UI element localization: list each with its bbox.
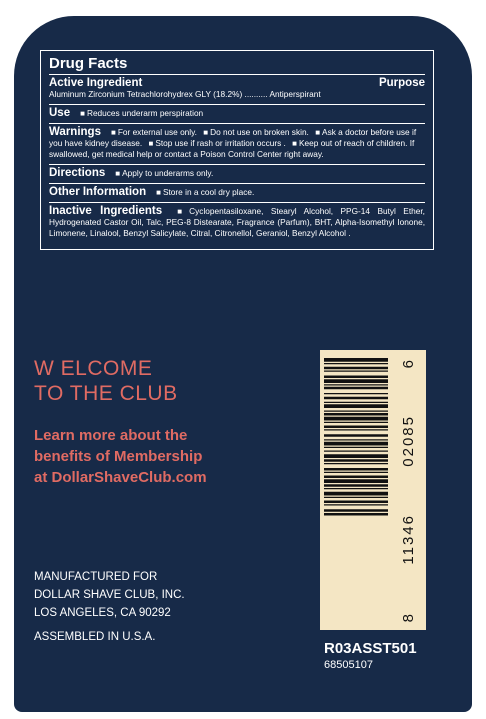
barcode-bar — [324, 384, 388, 386]
barcode-bar — [324, 509, 388, 512]
warnings-text-2b: on broken skin. — [252, 127, 309, 137]
bullet-icon: ■ — [203, 128, 209, 137]
bullet-icon: ■ — [292, 139, 298, 148]
barcode-bar — [324, 363, 388, 365]
barcode-bar — [324, 375, 388, 378]
directions-heading: Directions — [49, 167, 106, 179]
manufacturer-line-1: MANUFACTURED FOR — [34, 571, 158, 583]
barcode-bar — [324, 446, 388, 448]
warnings-section: Warnings ■ For external use only. ■ Do not … — [49, 124, 425, 165]
barcode-bar — [324, 386, 388, 390]
product-code: R03ASST501 — [324, 640, 417, 657]
bullet-icon: ■ — [315, 128, 321, 137]
barcode-digits-group-1: 11346 — [399, 514, 417, 565]
inactive-ingredients-heading: Inactive Ingredients — [49, 205, 163, 217]
warnings-text-5: Keep out of reach of children. — [299, 138, 408, 148]
directions-section: Directions ■ Apply to underarms only. — [49, 165, 425, 184]
barcode-bar — [324, 450, 388, 452]
bullet-icon: ■ — [80, 109, 85, 118]
purpose-text: Antiperspirant — [269, 89, 321, 99]
bullet-icon: ■ — [110, 128, 116, 137]
active-ingredient-text: Aluminum Zirconium Tetrachlorohydrex GLY… — [49, 89, 268, 99]
barcode-bar — [324, 463, 388, 465]
bullet-icon: ■ — [148, 139, 154, 148]
barcode-bar — [324, 513, 388, 516]
barcode-bar — [324, 358, 388, 362]
active-ingredient-section: Active Ingredient Purpose Aluminum Zirco… — [49, 75, 425, 105]
barcode-bar — [324, 484, 388, 487]
promo-line-1: Learn more about the — [34, 427, 188, 444]
barcode-bar — [324, 379, 388, 383]
barcode-bar — [324, 413, 388, 416]
warnings-text-3: Ask a doctor before use — [322, 127, 410, 137]
manufacturer-line-3: LOS ANGELES, CA 90292 — [34, 607, 171, 619]
welcome-line-1: W ELCOME — [34, 357, 153, 380]
barcode-bar — [324, 471, 388, 473]
warnings-text-4: Stop use — [155, 138, 189, 148]
drug-facts-title: Drug Facts — [49, 55, 425, 75]
barcode-bar — [324, 370, 388, 372]
barcode-bar — [324, 441, 388, 446]
assembled-in-text: ASSEMBLED IN U.S.A. — [34, 631, 156, 643]
barcode-bar — [324, 410, 388, 412]
barcode-bars — [324, 358, 388, 516]
manufacturer-line-2: DOLLAR SHAVE CLUB, INC. — [34, 589, 185, 601]
warnings-text-2: Do not use — [210, 127, 251, 137]
barcode-bar — [324, 425, 388, 428]
barcode-digit-last: 6 — [399, 358, 417, 369]
barcode-bar — [324, 468, 388, 471]
barcode-digits: 6 02085 11346 8 — [394, 358, 422, 622]
other-information-text: Store in a cool dry place. — [162, 187, 255, 197]
barcode-bar — [324, 396, 388, 400]
barcode-bar — [324, 429, 388, 431]
barcode-bar — [324, 459, 388, 462]
use-section: Use ■ Reduces underarm perspiration — [49, 105, 425, 124]
barcode-digit-first: 8 — [399, 611, 417, 622]
use-text: Reduces underarm perspiration — [86, 108, 204, 118]
purpose-heading: Purpose — [378, 77, 425, 89]
inactive-ingredients-section: Inactive Ingredients ■ Cyclopentasiloxane,… — [49, 203, 425, 243]
barcode-bar — [324, 500, 388, 503]
barcode-bar — [324, 393, 388, 395]
other-information-heading: Other Information — [49, 186, 147, 198]
warnings-text-4b: if rash or irritation occurs . — [190, 138, 286, 148]
use-heading: Use — [49, 107, 71, 119]
warnings-text-1: For external use only. — [117, 127, 197, 137]
drug-facts-panel: Drug Facts Active Ingredient Purpose Alu… — [40, 50, 434, 250]
barcode-bar — [324, 401, 388, 403]
welcome-heading: W ELCOME TO THE CLUB — [34, 356, 178, 406]
barcode-bar — [324, 416, 388, 421]
membership-promo: Learn more about the benefits of Members… — [34, 425, 207, 488]
promo-line-3: at DollarShaveClub.com — [34, 469, 207, 486]
barcode-bar — [324, 491, 388, 496]
barcode-bar — [324, 366, 388, 370]
barcode-bar — [324, 504, 388, 506]
other-information-section: Other Information ■ Store in a cool dry pl… — [49, 184, 425, 203]
barcode-bar — [324, 454, 388, 458]
manufacturer-block: MANUFACTURED FOR DOLLAR SHAVE CLUB, INC.… — [34, 568, 185, 622]
barcode-bar — [324, 479, 388, 483]
barcode: 6 02085 11346 8 — [320, 350, 426, 630]
welcome-line-2: TO THE CLUB — [34, 382, 178, 405]
barcode-bar — [324, 434, 388, 437]
directions-text: Apply to underarms only. — [122, 168, 214, 178]
barcode-bar — [324, 496, 388, 498]
promo-line-2: benefits of Membership — [34, 448, 203, 465]
barcode-bar — [324, 475, 388, 478]
barcode-bar — [324, 439, 388, 441]
barcode-bar — [324, 488, 388, 490]
product-number: 68505107 — [324, 659, 373, 671]
barcode-digits-group-2: 02085 — [399, 415, 417, 468]
barcode-bar — [324, 404, 388, 408]
barcode-bar — [324, 421, 388, 423]
bullet-icon: ■ — [115, 169, 121, 178]
bullet-icon: ■ — [156, 188, 161, 197]
active-ingredient-heading: Active Ingredient — [49, 77, 143, 89]
warnings-heading: Warnings — [49, 126, 101, 138]
bullet-icon: ■ — [172, 207, 188, 216]
